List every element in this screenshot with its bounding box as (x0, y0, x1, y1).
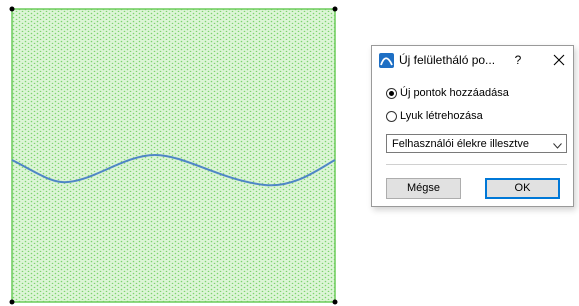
option-add-new-points-label: Új pontok hozzáadása (400, 87, 509, 99)
mesh-corner-point[interactable] (9, 299, 15, 305)
new-mesh-point-dialog: Új felületháló po... ? Új pontok hozzáad… (371, 45, 574, 207)
option-create-hole[interactable]: Lyuk létrehozása (386, 108, 483, 124)
mesh-fill (12, 9, 335, 302)
close-icon[interactable] (549, 50, 569, 70)
mesh-corner-point[interactable] (332, 6, 338, 12)
mesh-canvas[interactable] (0, 0, 350, 306)
dropdown-selected-value: Felhasználói élekre illesztve (392, 138, 529, 150)
dialog-separator (386, 164, 567, 165)
option-add-new-points[interactable]: Új pontok hozzáadása (386, 85, 509, 101)
radio-button-unchecked[interactable] (386, 110, 397, 122)
fit-mode-dropdown[interactable]: Felhasználói élekre illesztve (386, 134, 567, 153)
mesh-corner-point[interactable] (9, 6, 15, 12)
dialog-titlebar[interactable]: Új felületháló po... ? (372, 46, 573, 74)
app-logo-icon (379, 53, 394, 68)
radio-button-checked[interactable] (386, 87, 397, 99)
help-button[interactable]: ? (509, 51, 527, 69)
mesh-corner-point[interactable] (332, 299, 338, 305)
mesh-surface[interactable] (0, 0, 350, 306)
ok-button[interactable]: OK (485, 178, 560, 199)
option-create-hole-label: Lyuk létrehozása (400, 110, 483, 122)
cancel-button[interactable]: Mégse (386, 178, 461, 199)
chevron-down-icon[interactable] (553, 140, 562, 149)
dialog-title: Új felületháló po... (399, 53, 496, 67)
